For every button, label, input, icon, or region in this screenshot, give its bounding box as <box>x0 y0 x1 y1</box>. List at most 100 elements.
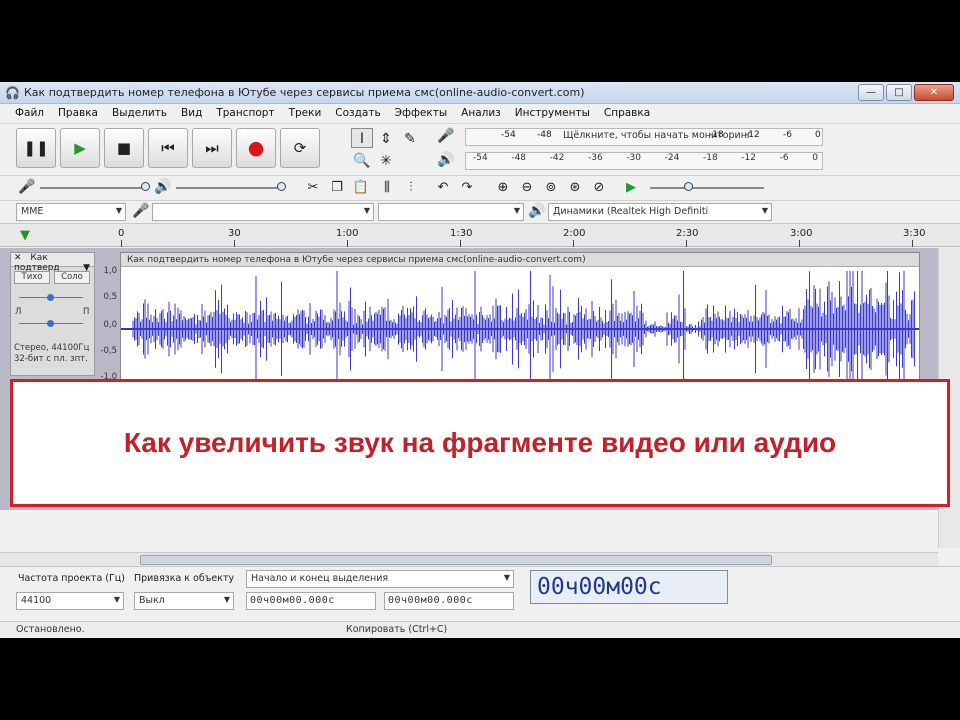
menu-tools[interactable]: Инструменты <box>508 104 597 123</box>
cut-button[interactable]: ✂ <box>302 178 324 198</box>
menu-help[interactable]: Справка <box>597 104 657 123</box>
waveform[interactable] <box>121 267 919 391</box>
window-title: Как подтвердить номер телефона в Ютубе ч… <box>24 86 585 99</box>
playback-scale: -54 -48 -42 -36 -30 -24 -18 -12 -6 0 <box>473 153 818 163</box>
fit-project-icon: ⊛ <box>569 180 581 195</box>
clip-title[interactable]: Как подтвердить номер телефона в Ютубе ч… <box>121 253 919 267</box>
selection-end-time[interactable]: 00ч00м00.000с <box>384 592 514 610</box>
selection-tool[interactable]: I <box>351 128 373 148</box>
zoom-in-icon: ⊕ <box>497 180 509 195</box>
skip-to-start-button[interactable]: ⏮ <box>148 128 188 168</box>
close-button[interactable]: ✕ <box>914 84 954 101</box>
play-at-speed-button[interactable]: ▶ <box>620 178 642 198</box>
amplitude-label: 0,0 <box>103 320 117 330</box>
play-button[interactable]: ▶ <box>60 128 100 168</box>
recording-channels-select[interactable]: ▼ <box>378 203 524 221</box>
menu-analyze[interactable]: Анализ <box>454 104 508 123</box>
waveform-clip[interactable]: Как подтвердить номер телефона в Ютубе ч… <box>120 252 920 392</box>
zoom-out-icon: ⊖ <box>521 180 533 195</box>
menu-select[interactable]: Выделить <box>105 104 174 123</box>
menu-transport[interactable]: Транспорт <box>209 104 281 123</box>
skip-to-end-button[interactable]: ⏭ <box>192 128 232 168</box>
horizontal-scrollbar[interactable] <box>0 552 938 566</box>
mute-button[interactable]: Тихо <box>14 271 50 284</box>
undo-button[interactable]: ↶ <box>432 178 454 198</box>
horizontal-scroll-thumb[interactable] <box>140 555 772 565</box>
track-close-button[interactable]: ✕ <box>14 253 22 263</box>
track-header[interactable]: ✕ Как подтверд ▼ <box>11 253 94 273</box>
fit-project-button[interactable]: ⊛ <box>564 178 586 198</box>
monitor-hint[interactable]: Щёлкните, чтобы начать мониторинг <box>561 130 754 141</box>
draw-tool[interactable]: ✎ <box>399 128 421 148</box>
envelope-tool[interactable]: ⇕ <box>375 128 397 148</box>
fit-selection-icon: ⊚ <box>545 180 557 195</box>
audio-host-select[interactable]: MME ▼ <box>16 203 126 221</box>
record-scale-label: 0 <box>815 130 821 140</box>
project-rate-select[interactable]: 44100 ▼ <box>16 592 124 610</box>
multi-tool[interactable]: ✳ <box>375 150 397 170</box>
chevron-down-icon: ▼ <box>363 206 370 215</box>
record-volume-thumb[interactable] <box>141 182 150 191</box>
menu-effects[interactable]: Эффекты <box>388 104 455 123</box>
playback-device-select[interactable]: Динамики (Realtek High Definiti ▼ <box>548 203 772 221</box>
pan-left-label: Л <box>15 307 22 317</box>
playback-scale-label: -18 <box>702 153 718 163</box>
speaker-icon: 🔊 <box>154 179 172 195</box>
project-rate-value: 44100 <box>21 595 52 606</box>
record-button[interactable]: ● <box>236 128 276 168</box>
minimize-button[interactable]: — <box>858 84 884 101</box>
zoom-toggle-button[interactable]: ⊘ <box>588 178 610 198</box>
audio-position-display[interactable]: 00ч00м00с <box>530 570 728 604</box>
solo-button[interactable]: Соло <box>54 271 90 284</box>
menu-view[interactable]: Вид <box>174 104 209 123</box>
zoom-toggle-icon: ⊘ <box>593 180 605 195</box>
silence-button[interactable]: ⫶ <box>400 178 422 198</box>
menu-edit[interactable]: Правка <box>51 104 105 123</box>
snap-to-select[interactable]: Выкл ▼ <box>134 592 234 610</box>
title-banner: Как увеличить звук на фрагменте видео ил… <box>10 379 950 507</box>
playback-scale-label: -54 <box>473 153 488 163</box>
copy-button[interactable]: ❐ <box>326 178 348 198</box>
selection-start-time[interactable]: 00ч00м00.000с <box>246 592 376 610</box>
amplitude-label: 1,0 <box>103 266 117 276</box>
stop-button[interactable]: ■ <box>104 128 144 168</box>
recording-device-select[interactable]: ▼ <box>152 203 374 221</box>
playback-scale-label: -36 <box>587 153 603 163</box>
gain-thumb[interactable] <box>47 294 54 301</box>
record-meter[interactable]: 🎤 -54 -48 Щёлкните, чтобы начать монитор… <box>433 126 828 148</box>
fit-selection-button[interactable]: ⊚ <box>540 178 562 198</box>
playback-meter[interactable]: 🔊 -54 -48 -42 -36 -30 -24 -18 -12 -6 0 <box>433 150 828 172</box>
pause-button[interactable]: ❚❚ <box>16 128 56 168</box>
redo-button[interactable]: ↷ <box>456 178 478 198</box>
loop-button[interactable]: ⟳ <box>280 128 320 168</box>
silence-icon: ⫶ <box>409 180 413 195</box>
zoom-out-button[interactable]: ⊖ <box>516 178 538 198</box>
ruler-tick: 2:00 <box>563 228 586 239</box>
play-speed-slider[interactable] <box>650 187 764 189</box>
selection-toolbar: Частота проекта (Гц) Привязка к объекту … <box>0 566 960 621</box>
timeline-play-icon[interactable]: ▼ <box>20 228 30 243</box>
menu-tracks[interactable]: Треки <box>282 104 329 123</box>
playback-scale-label: -24 <box>664 153 680 163</box>
magnifier-icon: 🔍 <box>353 153 371 169</box>
record-scale-label: -54 <box>501 130 516 140</box>
menu-generate[interactable]: Создать <box>328 104 387 123</box>
play-speed-thumb[interactable] <box>684 182 693 191</box>
paste-button[interactable]: 📋 <box>350 178 372 198</box>
playback-volume-thumb[interactable] <box>277 182 286 191</box>
selection-range-select[interactable]: Начало и конец выделения ▼ <box>246 570 514 588</box>
ruler-tickline <box>347 240 348 247</box>
amplitude-label: -0,5 <box>100 346 117 356</box>
trim-button[interactable]: ⫼ <box>376 178 398 198</box>
pan-right-label: П <box>83 307 90 317</box>
record-volume-slider[interactable] <box>40 187 148 189</box>
timeline-ruler[interactable]: ▼ 0 30 1:00 1:30 2:00 2:30 3:00 3:30 <box>0 223 960 247</box>
menu-file[interactable]: Файл <box>8 104 51 123</box>
zoom-tool[interactable]: 🔍 <box>351 150 373 170</box>
playback-volume-slider[interactable] <box>176 187 284 189</box>
maximize-button[interactable]: □ <box>886 84 912 101</box>
paste-icon: 📋 <box>352 180 370 195</box>
snap-to-value: Выкл <box>139 595 165 606</box>
zoom-in-button[interactable]: ⊕ <box>492 178 514 198</box>
pan-thumb[interactable] <box>47 320 54 327</box>
